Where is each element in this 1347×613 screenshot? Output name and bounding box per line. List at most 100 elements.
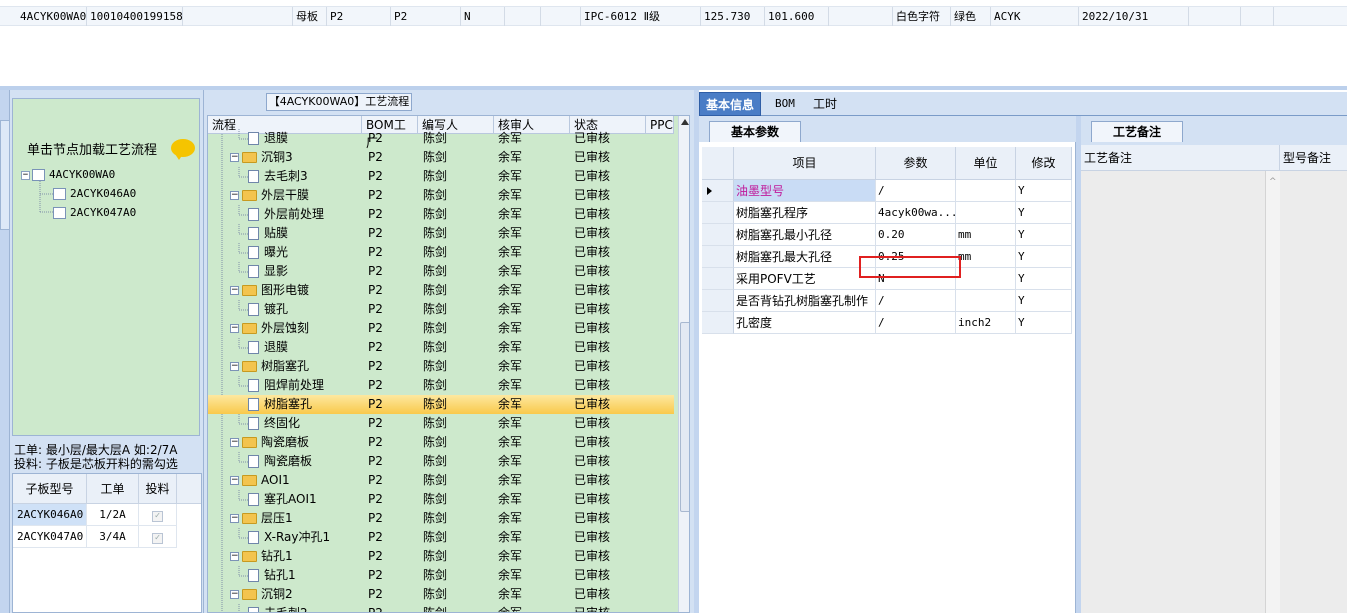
process-group-row[interactable]: − 沉铜3 P2 陈剑 余军 已审核: [208, 148, 674, 167]
param-item-cell[interactable]: 油墨型号: [734, 180, 876, 202]
status-cell[interactable]: 已审核: [574, 566, 610, 585]
bom-factory-cell[interactable]: P2: [368, 205, 383, 224]
reviewer-cell[interactable]: 余军: [498, 167, 522, 186]
col-header-feed[interactable]: 投料: [139, 474, 177, 504]
reviewer-cell[interactable]: 余军: [498, 129, 522, 148]
status-cell[interactable]: 已审核: [574, 357, 610, 376]
col-header-model-remark[interactable]: 型号备注: [1280, 145, 1347, 171]
param-row-header[interactable]: [702, 246, 734, 268]
param-edit-cell[interactable]: Y: [1016, 312, 1072, 334]
status-cell[interactable]: 已审核: [574, 490, 610, 509]
reviewer-cell[interactable]: 余军: [498, 376, 522, 395]
bom-factory-cell[interactable]: P2: [368, 395, 383, 414]
bom-factory-cell[interactable]: P2: [368, 357, 383, 376]
tree-root-node[interactable]: −4ACYK00WA0: [21, 167, 115, 183]
tab-craft-remarks[interactable]: 工艺备注: [1091, 121, 1183, 142]
process-name-cell[interactable]: − 外层干膜: [230, 186, 309, 205]
reviewer-cell[interactable]: 余军: [498, 566, 522, 585]
feed-cell[interactable]: ✓: [139, 504, 177, 526]
writer-cell[interactable]: 陈剑: [423, 281, 447, 300]
reviewer-cell[interactable]: 余军: [498, 357, 522, 376]
status-cell[interactable]: 已审核: [574, 300, 610, 319]
reviewer-cell[interactable]: 余军: [498, 452, 522, 471]
status-cell[interactable]: 已审核: [574, 205, 610, 224]
bom-factory-cell[interactable]: P2: [368, 281, 383, 300]
bom-factory-cell[interactable]: P2: [368, 148, 383, 167]
param-row-header[interactable]: [702, 268, 734, 290]
collapse-icon[interactable]: −: [230, 590, 239, 599]
status-cell[interactable]: 已审核: [574, 395, 610, 414]
writer-cell[interactable]: 陈剑: [423, 224, 447, 243]
sub-model-cell[interactable]: 2ACYK046A0: [13, 504, 87, 526]
status-cell[interactable]: 已审核: [574, 319, 610, 338]
comment-bubble-icon[interactable]: [171, 139, 195, 160]
process-name-cell[interactable]: 退膜: [248, 129, 288, 148]
process-name-cell[interactable]: − AOI1: [230, 471, 290, 490]
bom-factory-cell[interactable]: P2: [368, 509, 383, 528]
writer-cell[interactable]: 陈剑: [423, 205, 447, 224]
reviewer-cell[interactable]: 余军: [498, 186, 522, 205]
reviewer-cell[interactable]: 余军: [498, 319, 522, 338]
status-cell[interactable]: 已审核: [574, 414, 610, 433]
param-unit-cell[interactable]: [956, 180, 1016, 202]
writer-cell[interactable]: 陈剑: [423, 566, 447, 585]
process-name-cell[interactable]: 显影: [248, 262, 288, 281]
process-step-row[interactable]: 钻孔1 P2 陈剑 余军 已审核: [208, 566, 674, 585]
collapse-icon[interactable]: −: [230, 438, 239, 447]
process-name-cell[interactable]: 曝光: [248, 243, 288, 262]
process-step-row[interactable]: 贴膜 P2 陈剑 余军 已审核: [208, 224, 674, 243]
status-cell[interactable]: 已审核: [574, 167, 610, 186]
col-header-craft-remark[interactable]: 工艺备注: [1081, 145, 1280, 171]
collapse-icon[interactable]: −: [230, 191, 239, 200]
collapse-icon[interactable]: −: [21, 170, 30, 180]
param-unit-cell[interactable]: inch2: [956, 312, 1016, 334]
feed-cell[interactable]: ✓: [139, 526, 177, 548]
writer-cell[interactable]: 陈剑: [423, 167, 447, 186]
param-row-header[interactable]: [702, 290, 734, 312]
writer-cell[interactable]: 陈剑: [423, 300, 447, 319]
process-name-cell[interactable]: 塞孔AOI1: [248, 490, 317, 509]
bom-factory-cell[interactable]: P2: [368, 547, 383, 566]
process-name-cell[interactable]: 陶瓷磨板: [248, 452, 312, 471]
writer-cell[interactable]: 陈剑: [423, 414, 447, 433]
process-group-row[interactable]: − 陶瓷磨板 P2 陈剑 余军 已审核: [208, 433, 674, 452]
top-grid-cell[interactable]: 125.730: [701, 7, 765, 26]
status-cell[interactable]: 已审核: [574, 585, 610, 604]
writer-cell[interactable]: 陈剑: [423, 471, 447, 490]
status-cell[interactable]: 已审核: [574, 452, 610, 471]
top-grid-cell[interactable]: [541, 7, 581, 26]
param-row-header[interactable]: [702, 224, 734, 246]
param-unit-cell[interactable]: [956, 202, 1016, 224]
writer-cell[interactable]: 陈剑: [423, 490, 447, 509]
sub-model-cell[interactable]: 2ACYK047A0: [13, 526, 87, 548]
top-grid-cell[interactable]: [505, 7, 541, 26]
bom-factory-cell[interactable]: P2: [368, 243, 383, 262]
reviewer-cell[interactable]: 余军: [498, 281, 522, 300]
reviewer-cell[interactable]: 余军: [498, 262, 522, 281]
param-edit-cell[interactable]: Y: [1016, 180, 1072, 202]
process-step-row[interactable]: 终固化 P2 陈剑 余军 已审核: [208, 414, 674, 433]
process-name-cell[interactable]: 阻焊前处理: [248, 376, 324, 395]
writer-cell[interactable]: 陈剑: [423, 148, 447, 167]
process-name-cell[interactable]: 贴膜: [248, 224, 288, 243]
collapse-icon[interactable]: −: [230, 153, 239, 162]
process-step-row[interactable]: 塞孔AOI1 P2 陈剑 余军 已审核: [208, 490, 674, 509]
collapse-icon[interactable]: −: [230, 476, 239, 485]
bom-factory-cell[interactable]: P2: [368, 186, 383, 205]
reviewer-cell[interactable]: 余军: [498, 395, 522, 414]
param-value-cell[interactable]: /: [876, 290, 956, 312]
writer-cell[interactable]: 陈剑: [423, 243, 447, 262]
bom-factory-cell[interactable]: P2: [368, 566, 383, 585]
process-name-cell[interactable]: − 陶瓷磨板: [230, 433, 309, 452]
param-edit-cell[interactable]: Y: [1016, 224, 1072, 246]
process-name-cell[interactable]: − 树脂塞孔: [230, 357, 309, 376]
writer-cell[interactable]: 陈剑: [423, 338, 447, 357]
bom-factory-cell[interactable]: P2: [368, 471, 383, 490]
reviewer-cell[interactable]: 余军: [498, 243, 522, 262]
writer-cell[interactable]: 陈剑: [423, 376, 447, 395]
bom-factory-cell[interactable]: P2: [368, 224, 383, 243]
process-name-cell[interactable]: − 图形电镀: [230, 281, 309, 300]
writer-cell[interactable]: 陈剑: [423, 433, 447, 452]
tab-bom[interactable]: BOM: [769, 92, 801, 116]
bom-factory-cell[interactable]: P2: [368, 129, 383, 148]
